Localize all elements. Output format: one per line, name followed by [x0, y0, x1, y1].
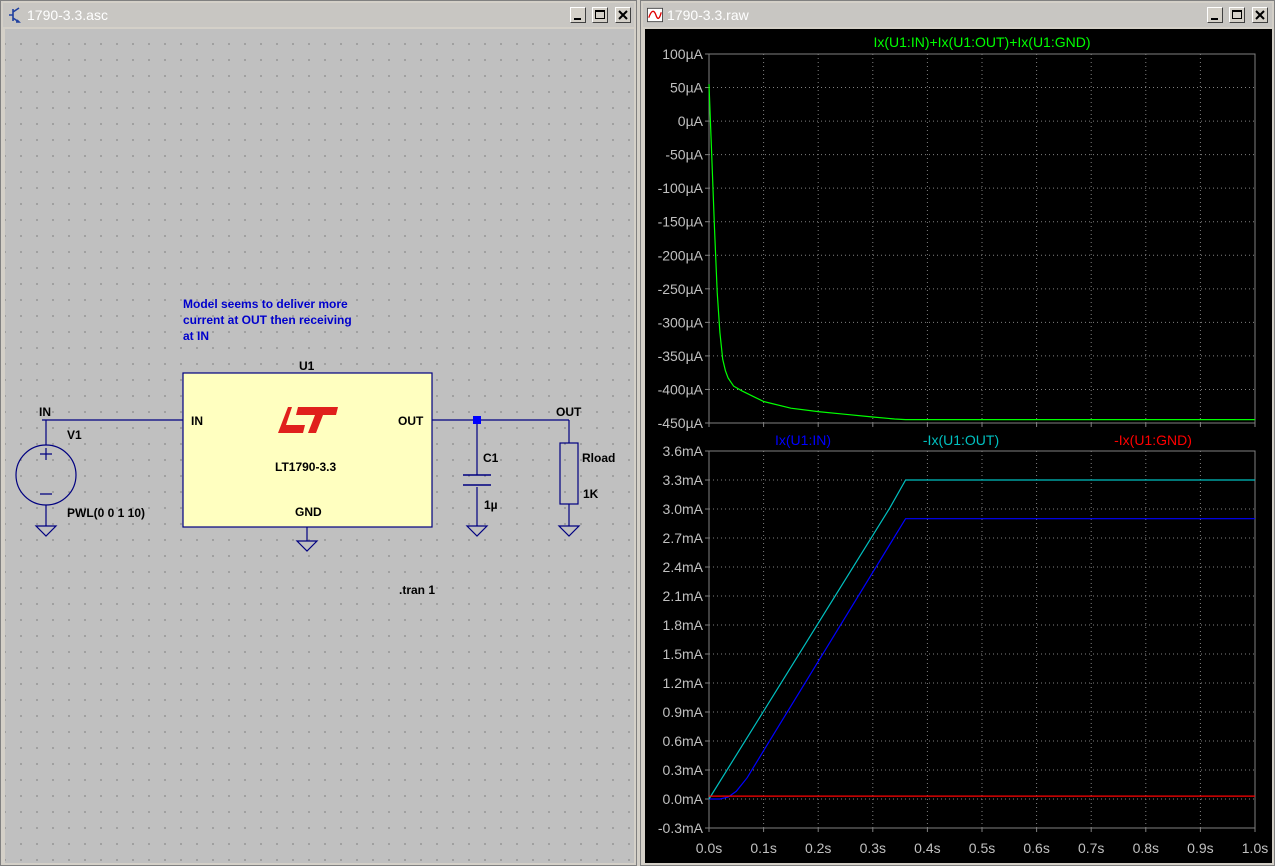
maximize-button[interactable] [1229, 7, 1245, 23]
trace-legend: Ix(U1:IN)+Ix(U1:OUT)+Ix(U1:GND) [873, 34, 1090, 50]
y-tick-label: -400µA [658, 381, 704, 397]
rload-value-label: 1K [583, 487, 599, 501]
c1-value-label: 1µ [484, 498, 498, 512]
minimize-button[interactable] [1207, 7, 1223, 23]
x-tick-label: 0.1s [750, 840, 776, 856]
x-tick-label: 0.3s [860, 840, 886, 856]
trace-legend-3: -Ix(U1:GND) [1114, 432, 1192, 448]
trace-legend-1: Ix(U1:IN) [775, 432, 831, 448]
close-button[interactable] [615, 7, 631, 23]
y-tick-label: 3.6mA [663, 443, 704, 459]
x-tick-label: 0.8s [1133, 840, 1159, 856]
close-icon [618, 10, 628, 20]
y-tick-label: -200µA [658, 247, 704, 263]
v1-ref-label: V1 [67, 428, 82, 442]
waveform-window: 1790-3.3.raw 100µA 50µA 0µA -50µA -100µA -150… [640, 0, 1275, 866]
waveform-titlebar[interactable]: 1790-3.3.raw [643, 3, 1272, 27]
ground-symbol-rload [557, 525, 581, 537]
y-tick-label: -0.3mA [658, 820, 704, 836]
x-tick-label: 0.4s [914, 840, 940, 856]
u1-pin-in-label: IN [191, 414, 203, 428]
trace-legend-2: -Ix(U1:OUT) [923, 432, 999, 448]
v1-value-label: PWL(0 0 1 10) [67, 506, 145, 520]
waveform-canvas[interactable]: 100µA 50µA 0µA -50µA -100µA -150µA -200µA -250µ… [645, 29, 1272, 863]
y-tick-label: -100µA [658, 180, 704, 196]
x-tick-label: 0.7s [1078, 840, 1104, 856]
y-tick-label: 3.0mA [663, 501, 704, 517]
y-tick-label: -150µA [658, 214, 704, 230]
y-tick-label: 1.5mA [663, 646, 704, 662]
u1-part-label: LT1790-3.3 [275, 460, 336, 474]
maximize-button[interactable] [592, 7, 608, 23]
waveform-icon [647, 7, 663, 23]
y-tick-label: -350µA [658, 348, 704, 364]
x-tick-label: 0.2s [805, 840, 831, 856]
minimize-icon [574, 18, 581, 20]
plot-pane-2: 3.6mA 3.3mA 3.0mA 2.7mA 2.4mA 2.1mA 1.8mA 1.5mA… [658, 432, 1268, 856]
y-tick-label: 50µA [670, 80, 704, 96]
y-tick-label: 0.3mA [663, 762, 704, 778]
minimize-icon [1211, 18, 1218, 20]
y-tick-label: 1.8mA [663, 617, 704, 633]
maximize-icon [1232, 10, 1242, 19]
spice-directive: .tran 1 [399, 583, 435, 597]
waveform-window-title: 1790-3.3.raw [667, 7, 749, 23]
schematic-window-title: 1790-3.3.asc [27, 7, 108, 23]
schematic-titlebar[interactable]: 1790-3.3.asc [3, 3, 634, 27]
x-tick-label: 0.5s [969, 840, 995, 856]
capacitor-c1 [463, 474, 491, 486]
trace-line-1 [709, 518, 1255, 800]
c1-ref-label: C1 [483, 451, 499, 465]
y-tick-label: 0.6mA [663, 733, 704, 749]
y-tick-label: 3.3mA [663, 472, 704, 488]
lt1790-component [182, 372, 433, 528]
ground-symbol-v1 [34, 525, 58, 537]
y-tick-label: 0µA [678, 113, 704, 129]
ground-symbol-u1 [295, 540, 319, 552]
y-tick-label: 0.9mA [663, 704, 704, 720]
plot-pane-1: 100µA 50µA 0µA -50µA -100µA -150µA -200µA -250µ… [658, 34, 1256, 431]
schematic-window: 1790-3.3.asc Model seems to deliver more… [0, 0, 637, 866]
y-tick-label: -300µA [658, 314, 704, 330]
x-tick-label: 0.6s [1023, 840, 1049, 856]
maximize-icon [595, 10, 605, 19]
y-tick-label: -250µA [658, 281, 704, 297]
transistor-icon [9, 7, 21, 23]
voltage-source-v1 [15, 444, 77, 506]
close-button[interactable] [1252, 7, 1268, 23]
y-tick-label: 2.7mA [663, 530, 704, 546]
u1-pin-out-label: OUT [398, 414, 424, 428]
resistor-rload [559, 442, 579, 505]
minimize-button[interactable] [570, 7, 586, 23]
net-label-in: IN [39, 405, 51, 419]
junction-dot [473, 416, 481, 424]
y-tick-label: 2.1mA [663, 588, 704, 604]
y-tick-label: 2.4mA [663, 559, 704, 575]
y-tick-label: 1.2mA [663, 675, 704, 691]
schematic-canvas[interactable]: Model seems to deliver more current at O… [5, 29, 634, 863]
rload-ref-label: Rload [582, 451, 615, 465]
waveform-plots: 100µA 50µA 0µA -50µA -100µA -150µA -200µA -250µ… [658, 34, 1269, 856]
y-tick-label: -450µA [658, 415, 704, 431]
ground-symbol-c1 [465, 525, 489, 537]
x-tick-label: 1.0s [1242, 840, 1268, 856]
y-tick-label: 0.0mA [663, 791, 704, 807]
y-tick-label: 100µA [662, 46, 703, 62]
u1-ref-label: U1 [299, 359, 315, 373]
net-label-out: OUT [556, 405, 582, 419]
x-tick-label: 0.0s [696, 840, 722, 856]
y-tick-label: -50µA [665, 147, 703, 163]
schematic-drawing: IN V1 PWL(0 0 1 10) U1 IN OUT LT1790-3.3… [15, 359, 615, 597]
x-tick-label: 0.9s [1187, 840, 1213, 856]
close-icon [1255, 10, 1265, 20]
u1-pin-gnd-label: GND [295, 505, 322, 519]
